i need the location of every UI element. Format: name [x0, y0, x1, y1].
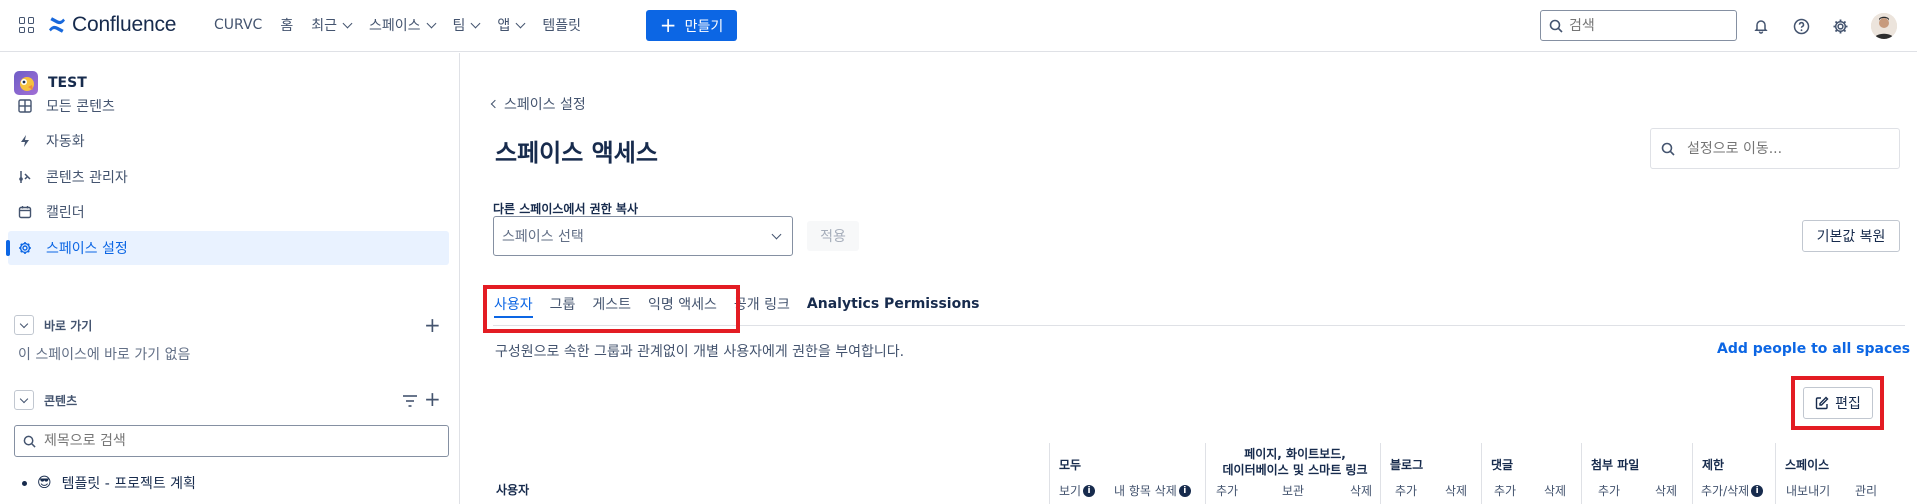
nav-items: CURVC 홈 최근 스페이스 팀 앱 템플릿	[214, 14, 599, 36]
chevron-down-icon[interactable]	[14, 390, 34, 410]
chevron-down-icon	[342, 18, 353, 28]
search-icon	[1661, 142, 1675, 156]
nav-item-spaces[interactable]: 스페이스	[369, 14, 436, 36]
chevron-down-icon	[771, 229, 782, 239]
nav-item-recent[interactable]: 최근	[311, 14, 353, 36]
column-group-restrictions: 제한	[1702, 458, 1725, 472]
column-space-admin: 관리	[1855, 484, 1878, 498]
highlight-box-edit	[1791, 376, 1884, 430]
column-group-space: 스페이스	[1785, 458, 1830, 472]
main-content: 스페이스 설정 스페이스 액세스 다른 스페이스에서 권한 복사 스페이스 선택…	[461, 53, 1917, 504]
gear-icon	[19, 242, 31, 254]
column-attachments-add: 추가	[1598, 484, 1621, 498]
chevron-down-icon	[470, 18, 481, 28]
grid-icon	[18, 99, 32, 113]
column-space-export: 내보내기	[1786, 484, 1831, 498]
content-section-header[interactable]: 콘텐츠	[14, 390, 77, 410]
create-button[interactable]: + 만들기	[646, 10, 737, 41]
info-icon[interactable]: i	[1178, 484, 1191, 497]
highlight-box-tabs	[483, 285, 740, 333]
sidebar-item-space-settings[interactable]: 스페이스 설정	[6, 231, 449, 265]
nav-item-teams[interactable]: 팀	[453, 14, 481, 36]
back-to-space-settings-link[interactable]: 스페이스 설정	[490, 94, 586, 114]
column-blog-add: 추가	[1395, 484, 1418, 498]
app-switcher-icon[interactable]	[19, 17, 35, 33]
global-search-input[interactable]	[1569, 17, 1719, 34]
sidebar: TEST 모든 콘텐츠 자동화 콘텐츠 관리자 캘린더 스페이스 설정 바로 가…	[0, 53, 460, 504]
tree-item[interactable]: 😎 템플릿 - 프로젝트 계획	[22, 473, 196, 493]
notification-bell-icon[interactable]	[1751, 16, 1771, 36]
column-blog-delete: 삭제	[1445, 484, 1468, 498]
column-group-blog: 블로그	[1390, 458, 1424, 472]
sidebar-item-all-content[interactable]: 모든 콘텐츠	[8, 89, 449, 123]
confluence-logo-icon	[49, 17, 65, 33]
column-group-all: 모두	[1059, 458, 1082, 472]
add-content-icon[interactable]: +	[424, 389, 441, 409]
tree-item-emoji: 😎	[37, 475, 52, 491]
column-group-attachments: 첨부 파일	[1591, 458, 1640, 472]
tree-item-label: 템플릿 - 프로젝트 계획	[61, 476, 196, 492]
tab-description: 구성원으로 속한 그룹과 관계없이 개별 사용자에게 권한을 부여합니다.	[495, 344, 905, 360]
search-icon	[1549, 19, 1563, 33]
info-icon[interactable]: i	[1751, 484, 1764, 497]
column-pages-add: 추가	[1216, 484, 1239, 498]
space-select-dropdown[interactable]: 스페이스 선택	[493, 216, 793, 256]
add-shortcut-icon[interactable]: +	[424, 315, 441, 335]
page-title: 스페이스 액세스	[495, 139, 658, 167]
shortcuts-section-header[interactable]: 바로 가기	[14, 315, 92, 335]
tab-public-links[interactable]: 공개 링크	[734, 286, 790, 322]
column-user: 사용자	[496, 483, 530, 497]
plus-icon: +	[659, 12, 677, 37]
filter-icon[interactable]	[402, 394, 418, 408]
title-search-input[interactable]	[44, 433, 424, 449]
goto-settings-search[interactable]	[1650, 128, 1900, 169]
info-icon[interactable]: i	[1083, 484, 1096, 497]
chevron-down-icon	[515, 18, 526, 28]
column-group-pages: 페이지, 화이트보드, 데이터베이스 및 스마트 링크	[1222, 447, 1368, 477]
chevron-down-icon	[426, 18, 436, 28]
help-icon[interactable]	[1791, 16, 1811, 36]
apply-button[interactable]: 적용	[807, 221, 859, 251]
bullet	[22, 480, 27, 486]
shortcuts-empty-text: 이 스페이스에 바로 가기 없음	[18, 347, 191, 363]
top-navigation: Confluence CURVC 홈 최근 스페이스 팀 앱 템플릿 + 만들기	[0, 0, 1917, 52]
nav-item-apps[interactable]: 앱	[497, 14, 526, 36]
chevron-left-icon	[490, 99, 500, 109]
lightning-icon	[21, 135, 29, 147]
chevron-down-icon[interactable]	[14, 315, 34, 335]
column-comments-add: 추가	[1494, 484, 1517, 498]
column-group-comments: 댓글	[1491, 458, 1514, 472]
nav-item-home[interactable]: 홈	[280, 14, 293, 36]
confluence-logo[interactable]: Confluence	[48, 13, 176, 37]
user-avatar[interactable]	[1871, 13, 1897, 39]
column-pages-archive: 보관	[1282, 484, 1305, 498]
settings-gear-icon[interactable]	[1830, 16, 1850, 36]
column-view: 보기 i	[1059, 482, 1096, 499]
title-search[interactable]	[14, 425, 449, 457]
copy-permissions-label: 다른 스페이스에서 권한 복사	[493, 202, 639, 216]
add-people-to-all-spaces-link[interactable]: Add people to all spaces	[1717, 341, 1910, 357]
column-attachments-delete: 삭제	[1655, 484, 1678, 498]
restore-defaults-button[interactable]: 기본값 복원	[1802, 220, 1900, 252]
goto-settings-input[interactable]	[1687, 140, 1877, 157]
logo-text: Confluence	[72, 13, 177, 36]
sidebar-item-calendar[interactable]: 캘린더	[8, 195, 449, 229]
search-icon	[23, 435, 36, 448]
global-search[interactable]	[1540, 10, 1737, 41]
sidebar-item-automation[interactable]: 자동화	[8, 124, 449, 158]
nav-item-templates[interactable]: 템플릿	[542, 14, 581, 36]
calendar-icon	[18, 206, 32, 219]
tab-analytics-permissions[interactable]: Analytics Permissions	[807, 286, 980, 322]
column-restrictions-add-delete: 추가/삭제 i	[1701, 482, 1764, 499]
column-delete-own: 내 항목 삭제 i	[1114, 482, 1191, 499]
column-comments-delete: 삭제	[1544, 484, 1567, 498]
sidebar-item-content-manager[interactable]: 콘텐츠 관리자	[8, 160, 449, 194]
column-pages-delete: 삭제	[1350, 484, 1373, 498]
content-manager-icon	[19, 171, 31, 183]
nav-item-curvc[interactable]: CURVC	[214, 14, 262, 36]
